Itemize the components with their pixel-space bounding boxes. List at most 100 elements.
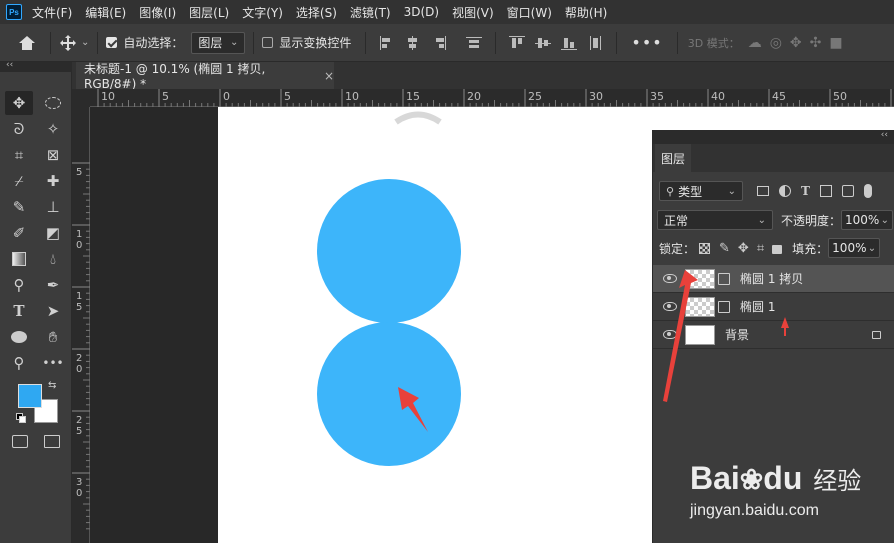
menu-filter[interactable]: 滤镜(T) (350, 4, 391, 21)
move-tool-icon[interactable] (59, 34, 77, 52)
align-bottom-icon[interactable] (561, 36, 578, 50)
align-hcenter-icon[interactable] (405, 35, 421, 50)
zoom-tool[interactable]: ⚲ (5, 351, 33, 375)
filter-adjustment-icon[interactable] (779, 185, 791, 197)
gradient-tool[interactable] (5, 247, 33, 271)
foreground-color-swatch[interactable] (18, 384, 42, 408)
align-vcenter-icon[interactable] (535, 36, 552, 50)
screen-mode-icon[interactable] (44, 435, 60, 448)
swap-colors-icon[interactable]: ⇆ (48, 380, 56, 391)
more-tools[interactable]: ••• (39, 351, 67, 375)
tab-layers[interactable]: 图层 (655, 144, 691, 172)
filter-smart-icon[interactable] (841, 185, 854, 197)
history-brush-tool[interactable]: ✐ (5, 221, 33, 245)
ellipse-1-copy-shape[interactable] (317, 179, 461, 323)
slide-3d-icon[interactable]: ✣ (810, 35, 822, 51)
chevron-down-icon[interactable]: ⌄ (81, 37, 89, 48)
ruler-label: 15 (406, 90, 420, 103)
magic-wand-tool[interactable]: ✧ (39, 117, 67, 141)
distribute-icon[interactable] (587, 35, 603, 50)
quick-mask-icon[interactable] (12, 435, 28, 448)
roll-3d-icon[interactable]: ◎ (770, 35, 782, 51)
eyedropper-tool[interactable]: ⌿ (5, 169, 33, 193)
watermark: Bai❀du 经验 jingyan.baidu.com (690, 450, 890, 530)
eraser-tool[interactable]: ◩ (39, 221, 67, 245)
video-3d-icon[interactable]: ■ (829, 35, 842, 51)
fill-input[interactable]: 100% ⌄ (828, 238, 881, 258)
menu-help[interactable]: 帮助(H) (565, 4, 607, 21)
filter-pixel-icon[interactable] (757, 186, 769, 196)
filter-shape-icon[interactable] (819, 185, 832, 197)
menu-3d[interactable]: 3D(D) (404, 5, 439, 19)
blend-mode-dropdown[interactable]: 正常 ⌄ (657, 210, 773, 230)
align-right-icon[interactable] (431, 35, 447, 50)
frame-tool[interactable]: ⊠ (39, 143, 67, 167)
crop-icon: ⌗ (14, 146, 24, 164)
lasso-tool[interactable]: ᘐ (5, 117, 33, 141)
lock-transparent-icon[interactable] (699, 242, 711, 254)
ruler-label: 25 (528, 90, 542, 103)
eye-icon[interactable] (663, 274, 677, 283)
home-icon[interactable] (18, 35, 36, 51)
collapse-icon[interactable]: ‹‹ (6, 60, 13, 70)
filter-kind-dropdown[interactable]: ⚲ 类型 ⌄ (659, 181, 743, 201)
default-colors-icon[interactable] (16, 413, 26, 423)
orbit-3d-icon[interactable]: ☁ (748, 35, 762, 51)
document-tab[interactable]: 未标题-1 @ 10.1% (椭圆 1 拷贝, RGB/8#) * × (76, 62, 334, 91)
layer-row-ellipse-1-copy[interactable]: 椭圆 1 拷贝 (653, 265, 894, 293)
show-transform-checkbox[interactable] (262, 37, 274, 48)
move-tool[interactable]: ✥ (5, 91, 33, 115)
menu-select[interactable]: 选择(S) (296, 4, 337, 21)
align-top-icon[interactable] (466, 36, 483, 50)
dodge-tool[interactable]: ⚲ (5, 273, 33, 297)
eye-icon[interactable] (663, 302, 677, 311)
menu-type[interactable]: 文字(Y) (242, 4, 283, 21)
show-transform-label: 显示变换控件 (279, 36, 352, 50)
blur-tool[interactable]: 💧︎ (39, 247, 67, 271)
pen-tool[interactable]: ✒ (39, 273, 67, 297)
ruler-label: 30 (589, 90, 603, 103)
auto-select-checkbox[interactable] (106, 37, 118, 48)
crop-tool[interactable]: ⌗ (5, 143, 33, 167)
hand-tool[interactable]: ✋︎ (39, 325, 67, 349)
collapse-icon[interactable]: ‹‹ (881, 130, 888, 140)
align-vtop-icon[interactable] (509, 35, 526, 50)
filter-toggle-icon[interactable] (863, 184, 872, 198)
type-icon: T (13, 302, 25, 320)
type-tool[interactable]: T (5, 299, 33, 323)
healing-tool[interactable]: ✚ (39, 169, 67, 193)
ellipse-tool[interactable] (5, 325, 33, 349)
menu-view[interactable]: 视图(V) (452, 4, 494, 21)
more-options-icon[interactable]: ••• (631, 33, 662, 52)
close-icon[interactable]: × (324, 69, 334, 83)
layer-row-background[interactable]: 背景 (653, 321, 894, 349)
layer-name[interactable]: 椭圆 1 (740, 298, 775, 315)
path-select-tool[interactable]: ➤ (39, 299, 67, 323)
menu-edit[interactable]: 编辑(E) (85, 4, 126, 21)
layer-row-ellipse-1[interactable]: 椭圆 1 (653, 293, 894, 321)
auto-select-dropdown[interactable]: 图层 ⌄ (191, 31, 246, 54)
pan-3d-icon[interactable]: ✥ (790, 35, 802, 51)
menu-layer[interactable]: 图层(L) (189, 4, 229, 21)
opacity-input[interactable]: 100% ⌄ (841, 210, 894, 230)
lock-artboard-icon[interactable]: ⌗ (757, 241, 764, 256)
marquee-tool[interactable] (39, 91, 67, 115)
lock-brush-icon[interactable]: ✎ (719, 241, 730, 256)
layer-name[interactable]: 椭圆 1 拷贝 (740, 270, 803, 287)
menu-image[interactable]: 图像(I) (139, 4, 176, 21)
stamp-tool[interactable]: ⊥ (39, 195, 67, 219)
layer-name[interactable]: 背景 (725, 326, 749, 343)
brush-tool[interactable]: ✎ (5, 195, 33, 219)
align-left-icon[interactable] (379, 35, 395, 50)
brush-icon: ✎ (12, 198, 26, 216)
filter-type-icon[interactable]: T (801, 184, 810, 198)
vertical-ruler-ticks: 5 1 0 1 5 2 0 2 5 3 0 (72, 162, 90, 530)
ellipse-1-shape[interactable] (317, 322, 461, 466)
lock-all-icon[interactable] (772, 245, 783, 254)
lock-position-icon[interactable]: ✥ (738, 241, 749, 256)
menu-file[interactable]: 文件(F) (32, 4, 72, 21)
lasso-icon: ᘐ (13, 120, 25, 138)
eye-icon[interactable] (663, 330, 677, 339)
menu-window[interactable]: 窗口(W) (507, 4, 552, 21)
shape-link-icon (718, 272, 730, 285)
